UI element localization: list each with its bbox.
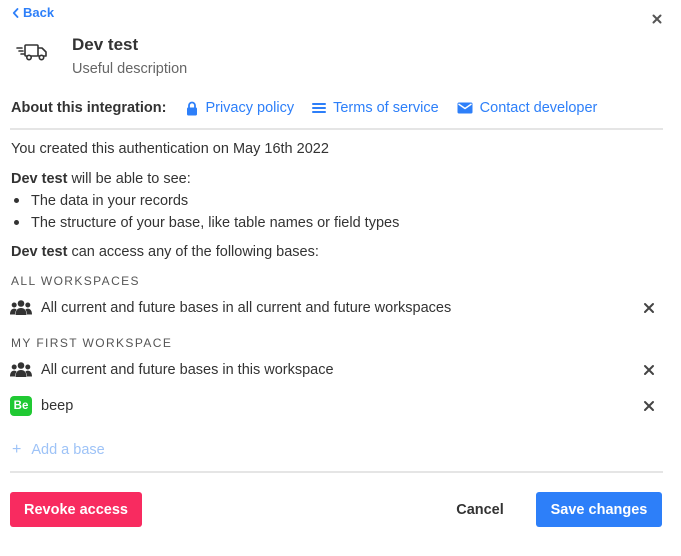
divider (10, 128, 663, 130)
access-row-text: All current and future bases in this wor… (41, 362, 334, 378)
permissions-list: The data in your records The structure o… (11, 192, 399, 236)
remove-icon[interactable] (643, 400, 655, 412)
about-integration-row: About this integration: Privacy policy T… (11, 98, 615, 118)
group-users-icon (10, 297, 32, 319)
access-row: All current and future bases in this wor… (10, 359, 655, 381)
permissions-app-name: Dev test (11, 171, 68, 187)
terms-of-service-link[interactable]: Terms of service (312, 100, 439, 116)
plus-icon: + (12, 441, 22, 458)
base-badge: Be (10, 396, 32, 416)
envelope-icon (457, 102, 473, 114)
access-row: Be beep (10, 395, 655, 417)
privacy-policy-link[interactable]: Privacy policy (186, 100, 294, 116)
privacy-policy-label: Privacy policy (205, 100, 295, 116)
back-link[interactable]: Back (12, 5, 54, 20)
add-base-button[interactable]: + Add a base (12, 441, 105, 459)
delivery-truck-icon (16, 44, 47, 61)
app-title: Dev test (72, 35, 139, 54)
section-label-my-first-workspace: MY FIRST WORKSPACE (11, 336, 173, 350)
section-label-all-workspaces: ALL WORKSPACES (11, 274, 140, 288)
access-app-name: Dev test (11, 244, 68, 260)
add-base-label: Add a base (31, 442, 105, 458)
divider (10, 471, 663, 473)
terms-of-service-label: Terms of service (333, 100, 439, 116)
contact-developer-link[interactable]: Contact developer (457, 100, 598, 116)
close-icon[interactable] (650, 12, 664, 26)
access-heading: Dev test can access any of the following… (11, 244, 319, 260)
access-heading-suffix: can access any of the following bases: (67, 244, 319, 260)
access-row-text: beep (41, 398, 74, 414)
save-changes-button[interactable]: Save changes (536, 492, 662, 527)
chevron-left-icon (12, 7, 19, 18)
contact-developer-label: Contact developer (479, 100, 598, 116)
permissions-heading: Dev test will be able to see: (11, 171, 191, 187)
cancel-button[interactable]: Cancel (440, 492, 520, 527)
lock-icon (187, 101, 198, 115)
access-row: All current and future bases in all curr… (10, 297, 655, 319)
remove-icon[interactable] (643, 364, 655, 376)
base-badge-icon: Be (10, 395, 32, 417)
permission-item: The structure of your base, like table n… (11, 214, 399, 236)
remove-icon[interactable] (643, 302, 655, 314)
permission-item: The data in your records (11, 192, 399, 214)
back-label: Back (23, 5, 55, 20)
app-description: Useful description (72, 61, 188, 77)
group-users-icon (10, 359, 32, 381)
revoke-access-button[interactable]: Revoke access (10, 492, 142, 527)
created-text: You created this authentication on May 1… (11, 141, 329, 157)
access-row-text: All current and future bases in all curr… (41, 300, 452, 316)
permissions-heading-suffix: will be able to see: (67, 171, 191, 187)
list-lines-icon (312, 103, 327, 113)
about-label: About this integration: (11, 100, 167, 116)
